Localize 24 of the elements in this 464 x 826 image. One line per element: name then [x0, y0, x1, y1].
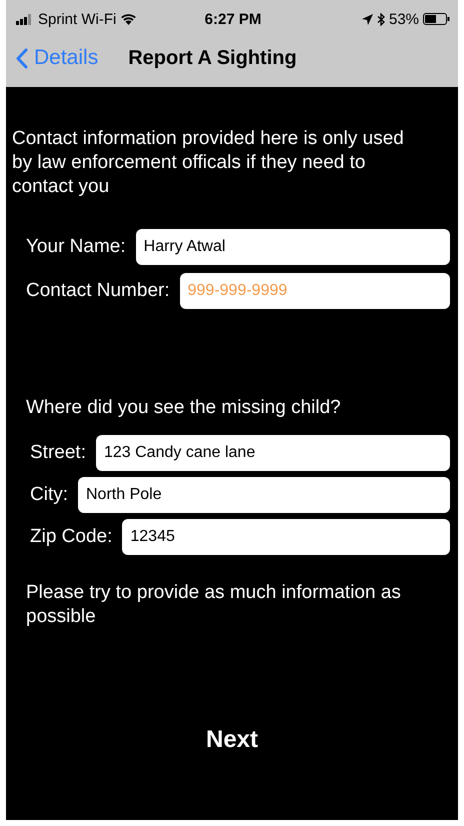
input-field[interactable]: North Pole: [78, 477, 450, 513]
section-heading: Where did you see the missing child?: [26, 397, 342, 419]
input-field[interactable]: 999-999-9999: [180, 273, 450, 309]
input-field[interactable]: 123 Candy cane lane: [96, 435, 450, 471]
carrier-name: Sprint Wi-Fi: [38, 10, 116, 28]
field-label: Your Name:: [26, 236, 126, 258]
location-arrow-icon: [362, 14, 373, 24]
note-text: Please try to provide as much information as possible: [26, 581, 402, 629]
screen-title: Report A Sighting: [128, 46, 297, 70]
chevron-icon: [16, 48, 28, 68]
status-time: 6:27 PM: [204, 10, 262, 28]
signal-icon: [16, 14, 34, 24]
bluetooth-icon: [376, 12, 385, 26]
battery-percent: 53%: [388, 10, 420, 28]
input-field[interactable]: Harry Atwal: [136, 229, 450, 265]
wifi-icon: [120, 13, 138, 25]
field-label: Street:: [30, 442, 86, 464]
field-label: Contact Number:: [26, 280, 170, 302]
field-label: City:: [30, 484, 68, 506]
battery-icon: [423, 13, 450, 25]
intro-text: Contact information provided here is only used by law enforcement officals if they need to contact you: [12, 127, 405, 199]
input-field[interactable]: 12345: [122, 519, 450, 555]
next-button[interactable]: Next: [200, 725, 264, 755]
field-label: Zip Code:: [30, 526, 112, 548]
